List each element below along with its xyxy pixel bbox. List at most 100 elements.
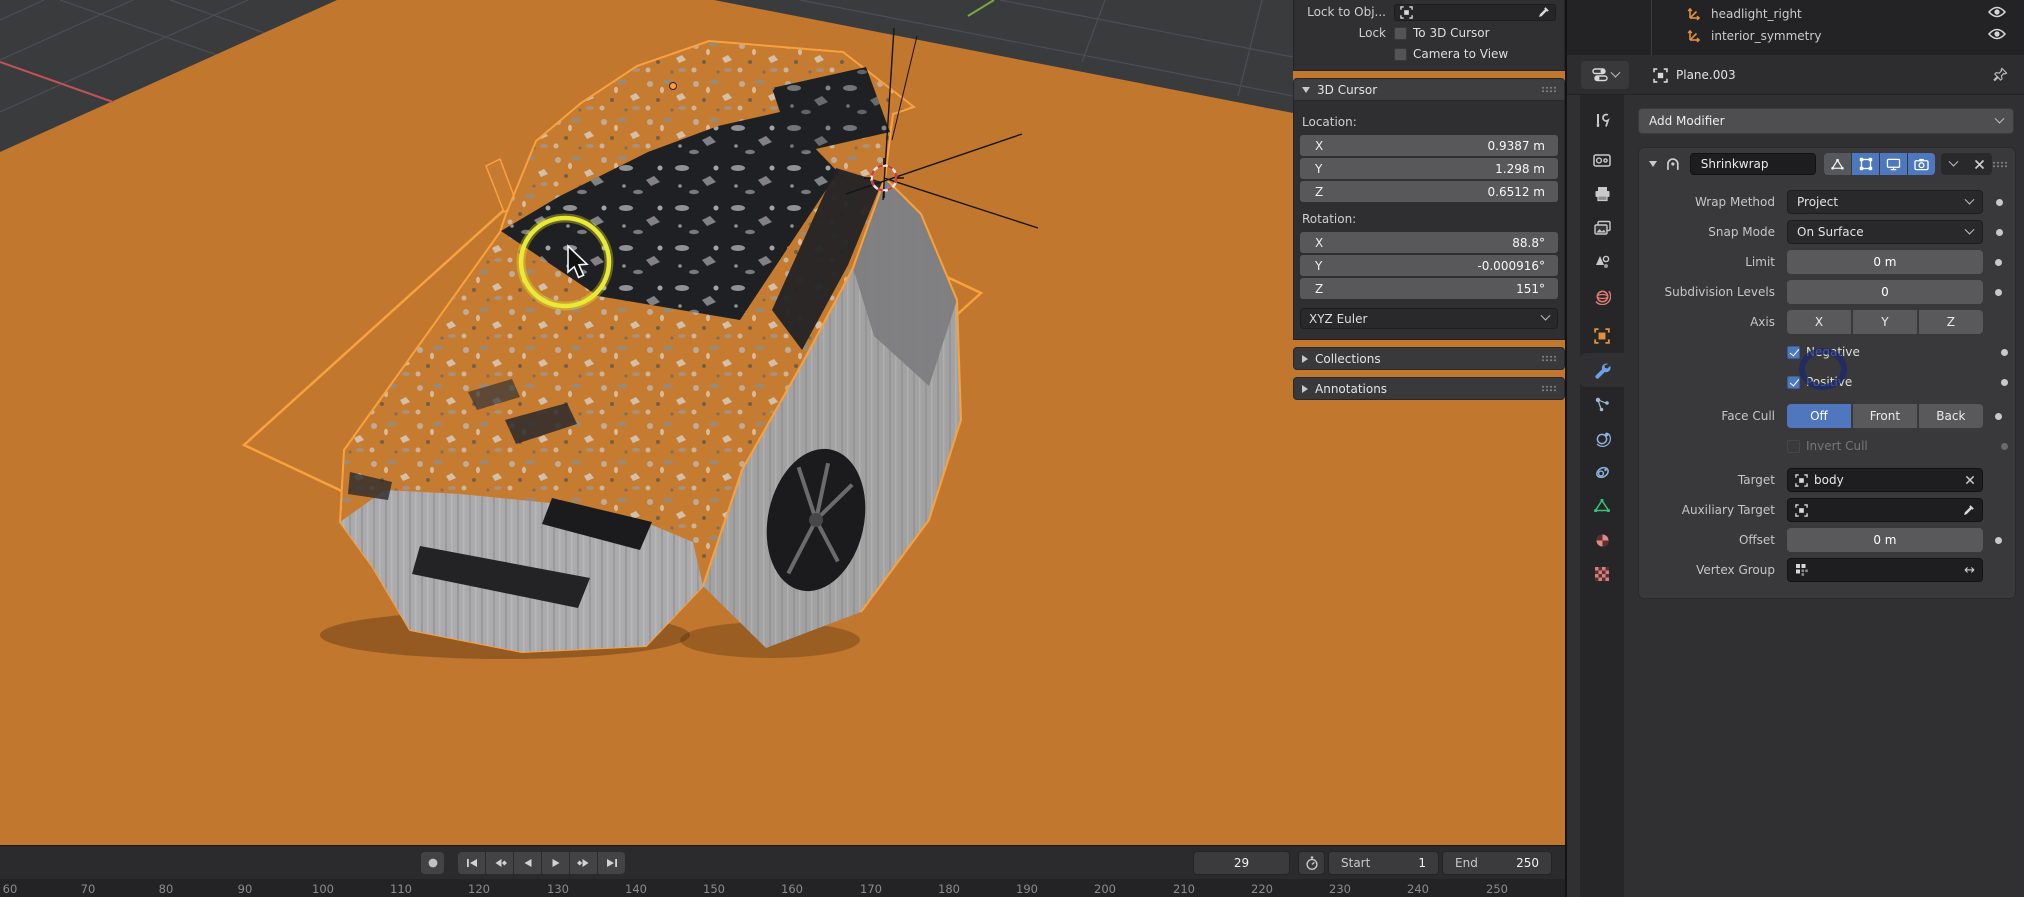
- toggle-realtime[interactable]: [1880, 153, 1907, 175]
- keyframe-dot[interactable]: [2001, 443, 2008, 450]
- frame-start-field[interactable]: Start 1: [1328, 851, 1439, 875]
- modifier-delete-button[interactable]: [1967, 153, 1992, 175]
- keyframe-dot[interactable]: [1995, 259, 2002, 266]
- tab-constraints[interactable]: [1580, 455, 1624, 489]
- axis-toggle-group: X Y Z: [1787, 310, 1983, 334]
- subdivision-levels-field[interactable]: 0: [1787, 280, 1983, 304]
- jump-to-end-button[interactable]: [598, 852, 625, 874]
- lock-label: Lock: [1302, 26, 1394, 40]
- frame-ruler[interactable]: 60 70 80 90 100 110 120 130 140 150 160 …: [0, 879, 1565, 897]
- keyframe-dot[interactable]: [2001, 349, 2008, 356]
- axis-y-button[interactable]: Y: [1853, 310, 1917, 334]
- cursor-rotation-x[interactable]: X88.8°: [1300, 232, 1558, 253]
- positive-checkbox[interactable]: [1787, 376, 1800, 389]
- face-cull-off-button[interactable]: Off: [1787, 404, 1851, 428]
- modifier-name-field[interactable]: Shrinkwrap: [1690, 153, 1816, 175]
- offset-field[interactable]: 0 m: [1787, 528, 1983, 552]
- tab-output[interactable]: [1580, 177, 1624, 211]
- expand-triangle-icon[interactable]: [1649, 161, 1657, 167]
- outliner-item-headlight-right[interactable]: headlight_right: [1567, 3, 2024, 24]
- cursor-location-x[interactable]: X0.9387 m: [1300, 135, 1558, 156]
- target-object-field[interactable]: body: [1787, 468, 1983, 492]
- eyedropper-icon[interactable]: [1962, 504, 1975, 517]
- pin-icon[interactable]: [1993, 67, 2008, 85]
- drag-dots-icon[interactable]: [1992, 161, 2007, 168]
- drag-dots-icon[interactable]: [1541, 86, 1556, 93]
- eye-icon[interactable]: [1988, 6, 2006, 21]
- eyedropper-icon[interactable]: [1537, 6, 1550, 19]
- tab-render[interactable]: [1580, 143, 1624, 177]
- drag-dots-icon[interactable]: [1541, 385, 1556, 392]
- toggle-render[interactable]: [1908, 153, 1935, 175]
- keyframe-dot[interactable]: [1995, 413, 2002, 420]
- modifier-extras-dropdown[interactable]: [1941, 153, 1966, 175]
- eye-icon[interactable]: [1988, 28, 2006, 43]
- auxiliary-target-field[interactable]: [1787, 498, 1983, 522]
- face-cull-back-button[interactable]: Back: [1919, 404, 1983, 428]
- cursor-rotation-z[interactable]: Z151°: [1300, 278, 1558, 299]
- tab-physics[interactable]: [1580, 421, 1624, 455]
- auto-keying-record-button[interactable]: [421, 852, 444, 874]
- vertex-group-field[interactable]: ↔: [1787, 558, 1983, 582]
- snap-mode-select[interactable]: On Surface: [1787, 220, 1983, 244]
- limit-field[interactable]: 0 m: [1787, 250, 1983, 274]
- tab-object-data[interactable]: [1580, 489, 1624, 523]
- toggle-on-cage[interactable]: [1824, 153, 1851, 175]
- tab-scene[interactable]: [1580, 245, 1624, 279]
- lock-object-field[interactable]: [1394, 4, 1556, 21]
- panel-title: 3D Cursor: [1317, 83, 1377, 97]
- next-keyframe-button[interactable]: [570, 852, 597, 874]
- add-modifier-button[interactable]: Add Modifier: [1638, 108, 2014, 134]
- drag-dots-icon[interactable]: [1541, 355, 1556, 362]
- axis-z-button[interactable]: Z: [1919, 310, 1983, 334]
- editor-type-selector[interactable]: [1581, 61, 1629, 89]
- frame-end-field[interactable]: End 250: [1442, 851, 1552, 875]
- invert-vertex-group-icon[interactable]: ↔: [1964, 563, 1975, 578]
- to-3d-cursor-checkbox[interactable]: [1394, 27, 1407, 40]
- camera-to-view-checkbox[interactable]: [1394, 48, 1407, 61]
- properties-tab-strip: [1580, 95, 1624, 897]
- play-button[interactable]: [542, 852, 569, 874]
- wrap-method-select[interactable]: Project: [1787, 190, 1983, 214]
- cursor-location-z[interactable]: Z0.6512 m: [1300, 181, 1558, 202]
- tab-material[interactable]: [1580, 523, 1624, 557]
- material-sphere-icon: [1594, 532, 1611, 549]
- empty-axes-icon: [1687, 7, 1701, 21]
- keyframe-dot[interactable]: [1996, 229, 2003, 236]
- invert-cull-checkbox[interactable]: [1787, 440, 1800, 453]
- tab-view-layer[interactable]: [1580, 211, 1624, 245]
- rotation-label: Rotation:: [1302, 212, 1558, 226]
- panel-header-annotations[interactable]: Annotations: [1293, 377, 1565, 400]
- clear-target-icon[interactable]: [1965, 475, 1975, 485]
- tab-object[interactable]: [1580, 319, 1624, 353]
- play-reverse-button[interactable]: [514, 852, 541, 874]
- right-editors: headlight_right interior_symmetry: [1565, 0, 2024, 897]
- jump-to-start-button[interactable]: [458, 852, 485, 874]
- keyframe-dot[interactable]: [2001, 379, 2008, 386]
- tab-world[interactable]: [1580, 279, 1624, 313]
- panel-header-3d-cursor[interactable]: 3D Cursor: [1293, 78, 1565, 101]
- tab-particles[interactable]: [1580, 387, 1624, 421]
- keyframe-dot[interactable]: [1995, 289, 2002, 296]
- rotation-mode-select[interactable]: XYZ Euler: [1300, 308, 1558, 329]
- preview-range-button[interactable]: [1298, 851, 1325, 875]
- face-cull-front-button[interactable]: Front: [1853, 404, 1917, 428]
- modifier-header[interactable]: Shrinkwrap: [1639, 148, 2015, 180]
- on-cage-icon: [1830, 158, 1845, 171]
- tab-tool[interactable]: [1580, 103, 1624, 137]
- toggle-edit-mode[interactable]: [1852, 153, 1879, 175]
- keyframe-dot[interactable]: [1995, 537, 2002, 544]
- physics-icon: [1594, 430, 1611, 447]
- viewport-3d[interactable]: Lock to Obj... Lock: [0, 0, 1565, 845]
- previous-keyframe-button[interactable]: [486, 852, 513, 874]
- cursor-location-y[interactable]: Y1.298 m: [1300, 158, 1558, 179]
- tab-texture[interactable]: [1580, 557, 1624, 591]
- tab-modifiers[interactable]: [1580, 353, 1624, 387]
- cursor-rotation-y[interactable]: Y-0.000916°: [1300, 255, 1558, 276]
- axis-x-button[interactable]: X: [1787, 310, 1851, 334]
- panel-header-collections[interactable]: Collections: [1293, 347, 1565, 370]
- outliner-item-interior-symmetry[interactable]: interior_symmetry: [1567, 25, 2024, 46]
- current-frame-field[interactable]: 29: [1193, 851, 1290, 875]
- negative-checkbox[interactable]: [1787, 346, 1800, 359]
- keyframe-dot[interactable]: [1996, 199, 2003, 206]
